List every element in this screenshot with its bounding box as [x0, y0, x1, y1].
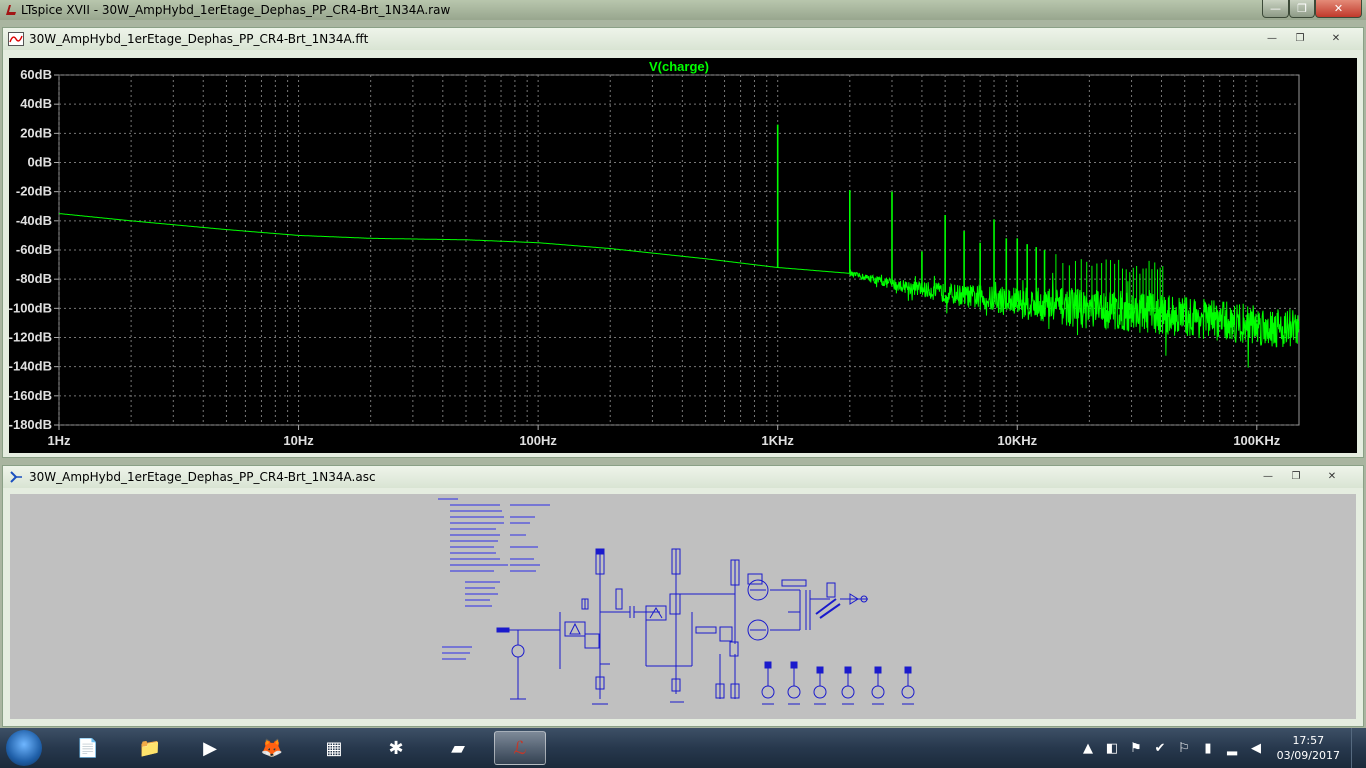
x-tick-label: 100KHz: [1233, 433, 1280, 448]
restore-icon: ❐: [1297, 2, 1307, 15]
schematic-restore-button[interactable]: ❐: [1285, 469, 1307, 484]
taskbar-app-file-explorer-doc[interactable]: 📄: [62, 731, 114, 765]
taskbar-app-windows-explorer[interactable]: 📁: [124, 731, 176, 765]
waveform-icon: [8, 32, 24, 46]
waveform-close-button[interactable]: ✕: [1325, 31, 1347, 46]
clock-date: 03/09/2017: [1276, 749, 1340, 762]
schematic-minimize-button[interactable]: —: [1257, 469, 1279, 484]
taskbar-app-notebook[interactable]: ▰: [432, 731, 484, 765]
minimize-button[interactable]: —: [1262, 0, 1289, 18]
waveform-titlebar[interactable]: 30W_AmpHybd_1erEtage_Dephas_PP_CR4-Brt_1…: [3, 28, 1363, 50]
close-button[interactable]: ✕: [1315, 0, 1362, 18]
taskbar-clock[interactable]: 17:57 03/09/2017: [1277, 733, 1340, 763]
y-tick-label: -120dB: [9, 330, 52, 345]
y-tick-label: 40dB: [20, 96, 52, 111]
start-button[interactable]: [6, 730, 42, 766]
schematic-icon: [10, 471, 22, 483]
restore-icon: ❐: [1291, 471, 1301, 482]
minimize-icon: —: [1270, 2, 1281, 15]
spice-directives: [438, 498, 550, 660]
fft-chart[interactable]: 60dB 40dB 20dB 0dB -20dB -40dB -60dB -80dB -100d…: [9, 58, 1357, 453]
close-icon: ✕: [1331, 33, 1341, 44]
volume-icon[interactable]: ◀: [1248, 740, 1264, 756]
y-tick-label: 20dB: [20, 125, 52, 140]
signal-icon[interactable]: ▂: [1224, 740, 1240, 756]
y-tick-label: -20dB: [16, 184, 52, 199]
x-tick-label: 1Hz: [47, 433, 71, 448]
action-center-flag-icon[interactable]: ⚑: [1128, 740, 1144, 756]
waveform-window-title: 30W_AmpHybd_1erEtage_Dephas_PP_CR4-Brt_1…: [29, 32, 369, 46]
trace-title: V(charge): [649, 59, 709, 74]
show-desktop-button[interactable]: [1351, 728, 1366, 768]
main-titlebar[interactable]: LTspice XVII - 30W_AmpHybd_1erEtage_Deph…: [0, 0, 1366, 20]
taskbar-app-firefox[interactable]: 🦊: [246, 731, 298, 765]
taskbar-app-navigator[interactable]: ✱: [370, 731, 422, 765]
schematic-close-button[interactable]: ✕: [1321, 469, 1343, 484]
y-tick-label: -80dB: [16, 271, 52, 286]
x-tick-label: 10KHz: [997, 433, 1037, 448]
taskbar-app-calculator[interactable]: ▦: [308, 731, 360, 765]
y-tick-label: -40dB: [16, 213, 52, 228]
y-tick-label: -100dB: [9, 300, 52, 315]
network-status-icon[interactable]: ◧: [1104, 740, 1120, 756]
update-flag-icon[interactable]: ⚐: [1176, 740, 1192, 756]
close-icon: ✕: [1327, 471, 1337, 482]
schematic-titlebar[interactable]: 30W_AmpHybd_1erEtage_Dephas_PP_CR4-Brt_1…: [3, 466, 1363, 488]
y-tick-label: -180dB: [9, 417, 52, 432]
restore-button[interactable]: ❐: [1289, 0, 1315, 18]
show-hidden-icons-icon[interactable]: ▲: [1080, 740, 1096, 756]
x-tick-label: 1KHz: [761, 433, 794, 448]
y-tick-label: -140dB: [9, 359, 52, 374]
ltspice-icon: [6, 5, 16, 15]
clock-time: 17:57: [1292, 734, 1325, 747]
taskbar-app-media-player[interactable]: ▶: [184, 731, 236, 765]
taskbar: 📄 📁 ▶ 🦊 ▦ ✱ ▰ ℒ ▲ ◧ ⚑ ✔ ⚐ ▮ ▂ ◀ 17:57 03/09/201…: [0, 728, 1366, 768]
y-tick-label: 0dB: [27, 155, 52, 170]
waveform-minimize-button[interactable]: —: [1261, 31, 1283, 46]
supply-sources: [761, 661, 915, 705]
security-check-icon[interactable]: ✔: [1152, 740, 1168, 756]
waveform-restore-button[interactable]: ❐: [1289, 31, 1311, 46]
app-title: LTspice XVII - 30W_AmpHybd_1erEtage_Deph…: [21, 3, 451, 17]
y-tick-label: -60dB: [16, 242, 52, 257]
y-tick-label: 60dB: [20, 67, 52, 82]
close-icon: ✕: [1333, 2, 1344, 15]
minimize-icon: —: [1263, 471, 1273, 482]
schematic-canvas[interactable]: [10, 494, 1356, 719]
x-tick-label: 10Hz: [283, 433, 314, 448]
power-icon[interactable]: ▮: [1200, 740, 1216, 756]
schematic-drawing[interactable]: [10, 494, 1356, 719]
y-tick-label: -160dB: [9, 388, 52, 403]
waveform-plot-pane[interactable]: 60dB 40dB 20dB 0dB -20dB -40dB -60dB -80dB -100d…: [9, 58, 1357, 453]
x-tick-label: 100Hz: [519, 433, 557, 448]
schematic-window-title: 30W_AmpHybd_1erEtage_Dephas_PP_CR4-Brt_1…: [29, 470, 376, 484]
taskbar-app-ltspice[interactable]: ℒ: [494, 731, 546, 765]
restore-icon: ❐: [1295, 33, 1305, 44]
minimize-icon: —: [1267, 33, 1277, 44]
ltspice-main-window: LTspice XVII - 30W_AmpHybd_1erEtage_Deph…: [0, 0, 1366, 728]
